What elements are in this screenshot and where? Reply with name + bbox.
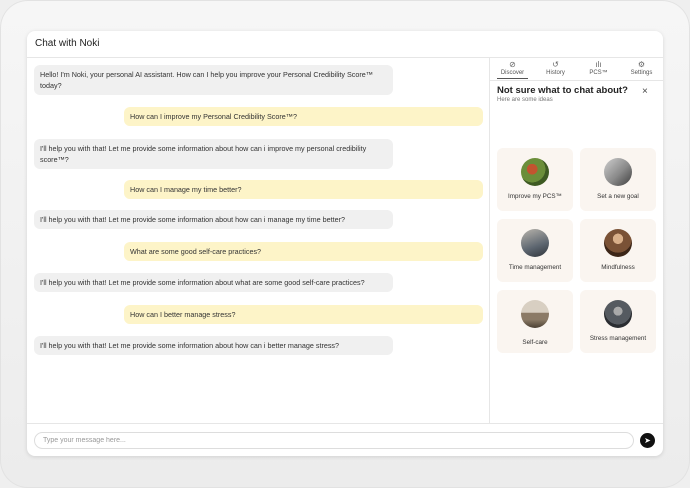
idea-card-stress-management[interactable]: Stress management: [580, 290, 656, 353]
idea-card-new-goal[interactable]: Set a new goal: [580, 148, 656, 211]
idea-card-improve-pcs[interactable]: Improve my PCS™: [497, 148, 573, 211]
card-label: Self-care: [522, 339, 548, 346]
message-list[interactable]: Hello! I'm Noki, your personal AI assist…: [27, 58, 490, 423]
card-label: Stress management: [589, 335, 647, 342]
suggestions-header: Not sure what to chat about? Here are so…: [497, 85, 628, 103]
close-icon[interactable]: ×: [642, 86, 648, 97]
user-message: What are some good self-care practices?: [124, 242, 483, 261]
bot-message: I'll help you with that! Let me provide …: [34, 139, 393, 169]
gear-icon: ⚙: [637, 60, 646, 69]
send-icon: ➤: [644, 436, 651, 445]
sidebar-tabs: ⊘ Discover ↺ History ılı PCS™ ⚙ Settings: [490, 58, 663, 81]
title-bar: Chat with Noki: [27, 31, 663, 58]
mindfulness-image: [604, 229, 632, 257]
bot-message: Hello! I'm Noki, your personal AI assist…: [34, 65, 393, 95]
window-title: Chat with Noki: [35, 38, 100, 49]
tab-pcs[interactable]: ılı PCS™: [577, 60, 620, 76]
user-message: How can I manage my time better?: [124, 180, 483, 199]
tab-label: History: [546, 70, 565, 76]
idea-card-mindfulness[interactable]: Mindfulness: [580, 219, 656, 282]
discover-panel: ⊘ Discover ↺ History ılı PCS™ ⚙ Settings…: [490, 58, 663, 423]
bot-message: I'll help you with that! Let me provide …: [34, 336, 393, 355]
send-button[interactable]: ➤: [640, 433, 655, 448]
chat-window: Chat with Noki Hello! I'm Noki, your per…: [27, 31, 663, 456]
bar-chart-icon: ılı: [595, 60, 602, 69]
stress-image: [604, 300, 632, 328]
tab-label: Settings: [630, 70, 653, 76]
bot-message: I'll help you with that! Let me provide …: [34, 273, 393, 292]
food-bowl-image: [521, 158, 549, 186]
workspace-image: [521, 229, 549, 257]
tab-settings[interactable]: ⚙ Settings: [620, 60, 663, 76]
card-label: Improve my PCS™: [508, 193, 562, 200]
message-input[interactable]: [34, 432, 634, 449]
yoga-image: [521, 300, 549, 328]
tab-label: Discover: [500, 70, 525, 76]
tab-history[interactable]: ↺ History: [534, 60, 577, 76]
compass-icon: ⊘: [509, 60, 516, 69]
history-icon: ↺: [552, 60, 559, 69]
card-label: Mindfulness: [601, 264, 635, 271]
idea-card-self-care[interactable]: Self-care: [497, 290, 573, 353]
tab-label: PCS™: [589, 70, 608, 76]
suggestions-heading: Not sure what to chat about?: [497, 85, 628, 96]
user-message: How can I better manage stress?: [124, 305, 483, 324]
user-message: How can I improve my Personal Credibilit…: [124, 107, 483, 126]
idea-card-time-management[interactable]: Time management: [497, 219, 573, 282]
suggestions-subheading: Here are some ideas: [497, 97, 553, 103]
goal-image: [604, 158, 632, 186]
card-label: Set a new goal: [597, 193, 639, 200]
bot-message: I'll help you with that! Let me provide …: [34, 210, 393, 229]
composer: ➤: [27, 423, 663, 456]
tab-discover[interactable]: ⊘ Discover: [491, 60, 534, 79]
card-label: Time management: [508, 264, 562, 271]
